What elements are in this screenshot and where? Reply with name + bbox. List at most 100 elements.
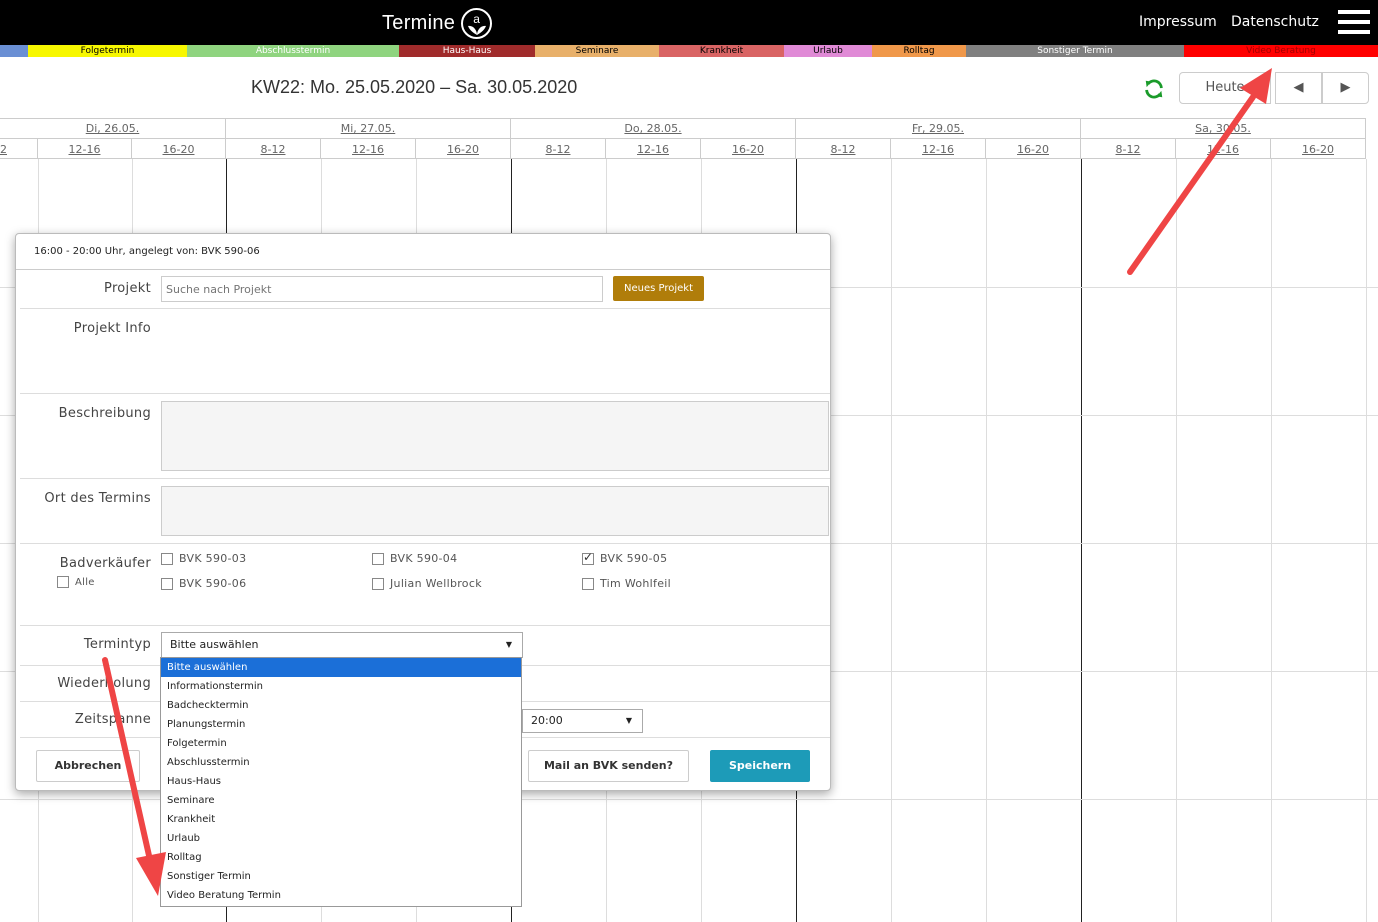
page-root: Termine a Impressum Datenschutz Folgeter… bbox=[0, 0, 1378, 922]
legend-item: Seminare bbox=[535, 45, 659, 57]
termintyp-option[interactable]: Sonstiger Termin bbox=[161, 867, 521, 886]
slot-header[interactable]: 8-12 bbox=[226, 138, 321, 159]
beschreibung-textarea[interactable] bbox=[161, 401, 829, 471]
menu-icon[interactable] bbox=[1338, 10, 1370, 34]
termintyp-option[interactable]: Abschlusstermin bbox=[161, 753, 521, 772]
termintyp-option[interactable]: Informationstermin bbox=[161, 677, 521, 696]
termintyp-value: Bitte auswählen bbox=[170, 638, 259, 651]
seller-checkbox[interactable]: BVK 590-05 bbox=[582, 550, 667, 565]
zeitspanne-end-value: 20:00 bbox=[531, 714, 563, 727]
checkbox-box bbox=[582, 577, 594, 590]
mail-bvk-button[interactable]: Mail an BVK senden? bbox=[528, 750, 689, 782]
checkbox-box bbox=[57, 576, 69, 588]
day-header[interactable]: Sa, 30.05. bbox=[1081, 118, 1366, 138]
projekt-label: Projekt bbox=[104, 281, 151, 296]
legend-item bbox=[0, 45, 28, 57]
slot-header[interactable]: 2 bbox=[0, 138, 38, 159]
slot-header[interactable]: 12-16 bbox=[321, 138, 416, 159]
grid-line bbox=[1366, 159, 1367, 922]
termintyp-label: Termintyp bbox=[83, 637, 151, 652]
top-bar: Termine a Impressum Datenschutz bbox=[0, 0, 1378, 45]
legend-item: Haus-Haus bbox=[399, 45, 535, 57]
grid-line bbox=[1081, 159, 1082, 922]
legend-item: Video Beratung bbox=[1184, 45, 1378, 57]
seller-checkbox[interactable]: BVK 590-03 bbox=[161, 552, 246, 565]
legend-item: Sonstiger Termin bbox=[966, 45, 1184, 57]
slot-header[interactable]: 16-20 bbox=[986, 138, 1081, 159]
grid-line bbox=[1176, 159, 1177, 922]
seller-checkbox[interactable]: Julian Wellbrock bbox=[372, 577, 482, 590]
termintyp-option[interactable]: Urlaub bbox=[161, 829, 521, 848]
slot-header[interactable]: 8-12 bbox=[796, 138, 891, 159]
new-project-button[interactable]: Neues Projekt bbox=[613, 276, 704, 301]
badverkaeufer-row: Badverkäufer Alle BVK 590-03 BVK 590-04 BV… bbox=[20, 544, 830, 626]
seller-label: Tim Wohlfeil bbox=[600, 577, 671, 590]
legend-item: Abschlusstermin bbox=[187, 45, 399, 57]
caret-down-icon: ▼ bbox=[505, 640, 512, 649]
beschreibung-label: Beschreibung bbox=[58, 406, 151, 421]
termintyp-select[interactable]: Bitte auswählen ▼ bbox=[161, 632, 523, 658]
week-title: KW22: Mo. 25.05.2020 – Sa. 30.05.2020 bbox=[251, 77, 578, 97]
leaf-icon bbox=[468, 25, 487, 35]
termintyp-option[interactable]: Badchecktermin bbox=[161, 696, 521, 715]
legend-item: Krankheit bbox=[659, 45, 784, 57]
ort-row: Ort des Termins bbox=[20, 479, 830, 544]
save-button[interactable]: Speichern bbox=[710, 750, 810, 782]
legend-item: Folgetermin bbox=[28, 45, 187, 57]
brand-logo-icon: a bbox=[461, 7, 493, 39]
nav-impressum[interactable]: Impressum bbox=[1139, 14, 1217, 30]
legend-strip: Folgetermin Abschlusstermin Haus-Haus Semin… bbox=[0, 45, 1378, 57]
projekt-search-input[interactable] bbox=[161, 276, 603, 302]
slot-header[interactable]: 16-20 bbox=[701, 138, 796, 159]
dialog-header: 16:00 - 20:00 Uhr, angelegt von: BVK 590… bbox=[16, 234, 830, 270]
slot-header[interactable]: 12-16 bbox=[1176, 138, 1271, 159]
seller-checkbox[interactable]: BVK 590-04 bbox=[372, 552, 457, 565]
refresh-icon[interactable] bbox=[1143, 78, 1165, 100]
termintyp-option[interactable]: Planungstermin bbox=[161, 715, 521, 734]
termintyp-option[interactable]: Krankheit bbox=[161, 810, 521, 829]
prev-week-button[interactable]: ◀ bbox=[1275, 72, 1322, 104]
checkbox-box bbox=[161, 552, 173, 565]
slot-header[interactable]: 16-20 bbox=[132, 138, 226, 159]
slot-header[interactable]: 16-20 bbox=[1271, 138, 1366, 159]
slot-header[interactable]: 12-16 bbox=[38, 138, 132, 159]
nav-datenschutz[interactable]: Datenschutz bbox=[1231, 14, 1319, 30]
next-arrow-icon: ▶ bbox=[1340, 80, 1351, 95]
seller-label: Julian Wellbrock bbox=[390, 577, 482, 590]
termintyp-option[interactable]: Video Beratung Termin bbox=[161, 886, 521, 905]
day-header[interactable]: Do, 28.05. bbox=[511, 118, 796, 138]
day-header[interactable]: Mi, 27.05. bbox=[226, 118, 511, 138]
projekt-row: Projekt Neues Projekt bbox=[20, 270, 830, 309]
termintyp-option[interactable]: Haus-Haus bbox=[161, 772, 521, 791]
next-week-button[interactable]: ▶ bbox=[1322, 72, 1369, 104]
seller-label: BVK 590-03 bbox=[179, 552, 247, 565]
slot-header[interactable]: 8-12 bbox=[511, 138, 606, 159]
slot-header[interactable]: 12-16 bbox=[606, 138, 701, 159]
zeitspanne-label: Zeitspanne bbox=[74, 712, 151, 727]
wiederholung-label: Wiederholung bbox=[57, 676, 151, 691]
projekt-info-label: Projekt Info bbox=[73, 321, 151, 336]
grid-line bbox=[1271, 159, 1272, 922]
slot-header[interactable]: 12-16 bbox=[891, 138, 986, 159]
termintyp-option[interactable]: Rolltag bbox=[161, 848, 521, 867]
slot-header[interactable]: 16-20 bbox=[416, 138, 511, 159]
termintyp-option[interactable]: Folgetermin bbox=[161, 734, 521, 753]
termintyp-option[interactable]: Seminare bbox=[161, 791, 521, 810]
day-header[interactable]: Fr, 29.05. bbox=[796, 118, 1081, 138]
today-button[interactable]: Heute bbox=[1179, 72, 1271, 104]
seller-label: BVK 590-06 bbox=[179, 577, 247, 590]
brand[interactable]: Termine a bbox=[382, 6, 493, 40]
day-header[interactable]: Di, 26.05. bbox=[0, 118, 226, 138]
beschreibung-row: Beschreibung bbox=[20, 394, 830, 479]
cancel-button[interactable]: Abbrechen bbox=[36, 750, 140, 782]
seller-checkbox[interactable]: BVK 590-06 bbox=[161, 577, 246, 590]
termintyp-dropdown-list: Bitte auswählen Informationstermin Badchec… bbox=[160, 657, 522, 907]
zeitspanne-end-select[interactable]: 20:00 ▼ bbox=[522, 709, 643, 733]
grid-line bbox=[986, 159, 987, 922]
slot-header[interactable]: 8-12 bbox=[1081, 138, 1176, 159]
seller-checkbox[interactable]: Tim Wohlfeil bbox=[582, 577, 671, 590]
alle-checkbox[interactable]: Alle bbox=[57, 576, 95, 588]
termintyp-option[interactable]: Bitte auswählen bbox=[161, 658, 521, 677]
ort-textarea[interactable] bbox=[161, 486, 829, 536]
seller-label: BVK 590-04 bbox=[390, 552, 458, 565]
